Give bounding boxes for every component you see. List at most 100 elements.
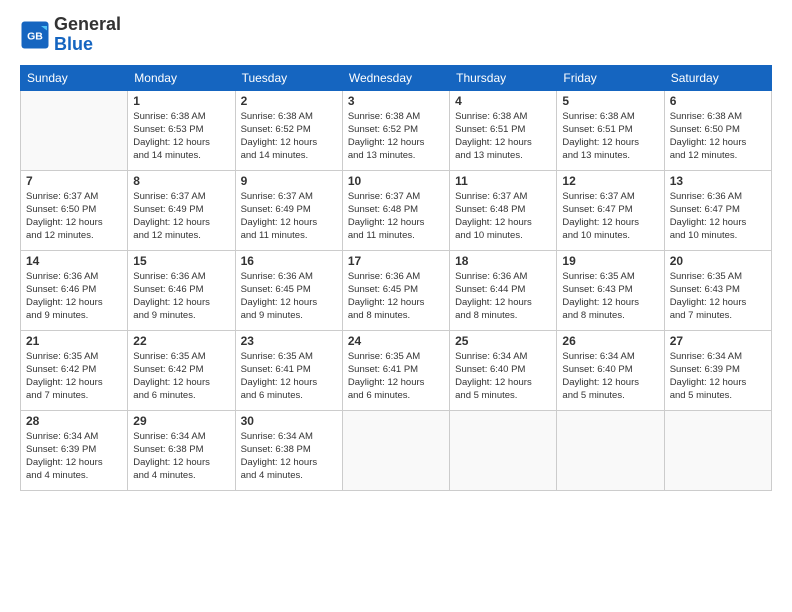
header-saturday: Saturday — [664, 65, 771, 90]
day-info: Sunrise: 6:34 AM Sunset: 6:40 PM Dayligh… — [455, 350, 551, 403]
calendar-cell: 7Sunrise: 6:37 AM Sunset: 6:50 PM Daylig… — [21, 170, 128, 250]
day-number: 2 — [241, 94, 337, 108]
calendar-cell: 19Sunrise: 6:35 AM Sunset: 6:43 PM Dayli… — [557, 250, 664, 330]
calendar-cell: 21Sunrise: 6:35 AM Sunset: 6:42 PM Dayli… — [21, 330, 128, 410]
week-row-4: 28 Sunrise: 6:34 AM Sunset: 6:39 PM Dayli… — [21, 410, 772, 490]
day-info: Sunrise: 6:38 AM Sunset: 6:50 PM Dayligh… — [670, 110, 766, 163]
day-number: 26 — [562, 334, 658, 348]
day-info: Sunrise: 6:38 AM Sunset: 6:53 PM Dayligh… — [133, 110, 229, 163]
logo-general-text: General — [54, 15, 121, 35]
day-number: 30 — [241, 414, 337, 428]
day-info: Sunrise: 6:36 AM Sunset: 6:45 PM Dayligh… — [348, 270, 444, 323]
calendar-cell — [664, 410, 771, 490]
day-number: 10 — [348, 174, 444, 188]
calendar-cell: 4 Sunrise: 6:38 AM Sunset: 6:51 PM Daylig… — [450, 90, 557, 170]
calendar-cell: 24 Sunrise: 6:35 AM Sunset: 6:41 PM Dayli… — [342, 330, 449, 410]
week-row-0: 1 Sunrise: 6:38 AM Sunset: 6:53 PM Daylig… — [21, 90, 772, 170]
day-number: 22 — [133, 334, 229, 348]
day-info: Sunrise: 6:37 AM Sunset: 6:48 PM Dayligh… — [348, 190, 444, 243]
day-number: 6 — [670, 94, 766, 108]
header-sunday: Sunday — [21, 65, 128, 90]
day-number: 1 — [133, 94, 229, 108]
day-info: Sunrise: 6:35 AM Sunset: 6:41 PM Dayligh… — [241, 350, 337, 403]
day-info: Sunrise: 6:37 AM Sunset: 6:48 PM Dayligh… — [455, 190, 551, 243]
day-info: Sunrise: 6:37 AM Sunset: 6:50 PM Dayligh… — [26, 190, 122, 243]
day-info: Sunrise: 6:38 AM Sunset: 6:52 PM Dayligh… — [241, 110, 337, 163]
calendar-cell: 20 Sunrise: 6:35 AM Sunset: 6:43 PM Dayli… — [664, 250, 771, 330]
header-thursday: Thursday — [450, 65, 557, 90]
header-tuesday: Tuesday — [235, 65, 342, 90]
calendar-cell: 27 Sunrise: 6:34 AM Sunset: 6:39 PM Dayli… — [664, 330, 771, 410]
calendar-table: SundayMondayTuesdayWednesdayThursdayFrid… — [20, 65, 772, 491]
day-info: Sunrise: 6:34 AM Sunset: 6:39 PM Dayligh… — [26, 430, 122, 483]
day-number: 8 — [133, 174, 229, 188]
day-info: Sunrise: 6:36 AM Sunset: 6:45 PM Dayligh… — [241, 270, 337, 323]
calendar-body: 1 Sunrise: 6:38 AM Sunset: 6:53 PM Daylig… — [21, 90, 772, 490]
day-info: Sunrise: 6:34 AM Sunset: 6:38 PM Dayligh… — [133, 430, 229, 483]
day-info: Sunrise: 6:34 AM Sunset: 6:39 PM Dayligh… — [670, 350, 766, 403]
calendar-cell: 1 Sunrise: 6:38 AM Sunset: 6:53 PM Daylig… — [128, 90, 235, 170]
logo-icon: GB — [20, 20, 50, 50]
calendar-cell: 26 Sunrise: 6:34 AM Sunset: 6:40 PM Dayli… — [557, 330, 664, 410]
header-monday: Monday — [128, 65, 235, 90]
day-info: Sunrise: 6:35 AM Sunset: 6:42 PM Dayligh… — [26, 350, 122, 403]
day-number: 13 — [670, 174, 766, 188]
day-info: Sunrise: 6:36 AM Sunset: 6:44 PM Dayligh… — [455, 270, 551, 323]
day-info: Sunrise: 6:35 AM Sunset: 6:41 PM Dayligh… — [348, 350, 444, 403]
day-info: Sunrise: 6:38 AM Sunset: 6:51 PM Dayligh… — [455, 110, 551, 163]
calendar-cell: 18 Sunrise: 6:36 AM Sunset: 6:44 PM Dayli… — [450, 250, 557, 330]
day-number: 4 — [455, 94, 551, 108]
calendar-cell — [557, 410, 664, 490]
day-number: 16 — [241, 254, 337, 268]
day-number: 18 — [455, 254, 551, 268]
day-number: 20 — [670, 254, 766, 268]
calendar-cell: 22 Sunrise: 6:35 AM Sunset: 6:42 PM Dayli… — [128, 330, 235, 410]
day-info: Sunrise: 6:36 AM Sunset: 6:46 PM Dayligh… — [26, 270, 122, 323]
day-number: 9 — [241, 174, 337, 188]
week-row-2: 14 Sunrise: 6:36 AM Sunset: 6:46 PM Dayli… — [21, 250, 772, 330]
calendar-cell: 30 Sunrise: 6:34 AM Sunset: 6:38 PM Dayli… — [235, 410, 342, 490]
calendar-cell: 14 Sunrise: 6:36 AM Sunset: 6:46 PM Dayli… — [21, 250, 128, 330]
calendar-cell: 25Sunrise: 6:34 AM Sunset: 6:40 PM Dayli… — [450, 330, 557, 410]
day-info: Sunrise: 6:34 AM Sunset: 6:40 PM Dayligh… — [562, 350, 658, 403]
calendar-cell: 11 Sunrise: 6:37 AM Sunset: 6:48 PM Dayli… — [450, 170, 557, 250]
week-row-3: 21Sunrise: 6:35 AM Sunset: 6:42 PM Dayli… — [21, 330, 772, 410]
day-number: 3 — [348, 94, 444, 108]
day-info: Sunrise: 6:37 AM Sunset: 6:49 PM Dayligh… — [241, 190, 337, 243]
week-row-1: 7Sunrise: 6:37 AM Sunset: 6:50 PM Daylig… — [21, 170, 772, 250]
calendar-cell: 15Sunrise: 6:36 AM Sunset: 6:46 PM Dayli… — [128, 250, 235, 330]
day-info: Sunrise: 6:37 AM Sunset: 6:47 PM Dayligh… — [562, 190, 658, 243]
calendar-cell: 8 Sunrise: 6:37 AM Sunset: 6:49 PM Daylig… — [128, 170, 235, 250]
calendar-cell: 2 Sunrise: 6:38 AM Sunset: 6:52 PM Daylig… — [235, 90, 342, 170]
day-info: Sunrise: 6:38 AM Sunset: 6:52 PM Dayligh… — [348, 110, 444, 163]
calendar-header: SundayMondayTuesdayWednesdayThursdayFrid… — [21, 65, 772, 90]
day-info: Sunrise: 6:37 AM Sunset: 6:49 PM Dayligh… — [133, 190, 229, 243]
day-number: 17 — [348, 254, 444, 268]
calendar-cell: 10 Sunrise: 6:37 AM Sunset: 6:48 PM Dayli… — [342, 170, 449, 250]
logo-blue-text: Blue — [54, 35, 121, 55]
day-number: 28 — [26, 414, 122, 428]
calendar-cell — [450, 410, 557, 490]
calendar-cell: 9 Sunrise: 6:37 AM Sunset: 6:49 PM Daylig… — [235, 170, 342, 250]
day-info: Sunrise: 6:35 AM Sunset: 6:43 PM Dayligh… — [670, 270, 766, 323]
day-info: Sunrise: 6:36 AM Sunset: 6:47 PM Dayligh… — [670, 190, 766, 243]
calendar-cell: 3 Sunrise: 6:38 AM Sunset: 6:52 PM Daylig… — [342, 90, 449, 170]
day-info: Sunrise: 6:35 AM Sunset: 6:42 PM Dayligh… — [133, 350, 229, 403]
header-wednesday: Wednesday — [342, 65, 449, 90]
day-number: 11 — [455, 174, 551, 188]
calendar-cell: 5Sunrise: 6:38 AM Sunset: 6:51 PM Daylig… — [557, 90, 664, 170]
day-number: 24 — [348, 334, 444, 348]
calendar-cell — [342, 410, 449, 490]
day-number: 27 — [670, 334, 766, 348]
calendar-cell: 28 Sunrise: 6:34 AM Sunset: 6:39 PM Dayli… — [21, 410, 128, 490]
calendar-cell: 17 Sunrise: 6:36 AM Sunset: 6:45 PM Dayli… — [342, 250, 449, 330]
day-number: 5 — [562, 94, 658, 108]
svg-text:GB: GB — [27, 30, 43, 42]
day-number: 14 — [26, 254, 122, 268]
day-number: 23 — [241, 334, 337, 348]
day-number: 19 — [562, 254, 658, 268]
calendar-cell: 12Sunrise: 6:37 AM Sunset: 6:47 PM Dayli… — [557, 170, 664, 250]
day-number: 29 — [133, 414, 229, 428]
day-info: Sunrise: 6:34 AM Sunset: 6:38 PM Dayligh… — [241, 430, 337, 483]
calendar-cell — [21, 90, 128, 170]
